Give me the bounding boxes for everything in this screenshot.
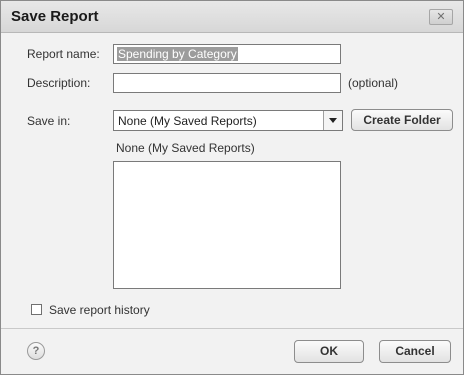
cancel-button[interactable]: Cancel [379, 340, 451, 363]
create-folder-button[interactable]: Create Folder [351, 109, 453, 131]
report-name-value: Spending by Category [117, 47, 238, 61]
dialog-title: Save Report [11, 8, 99, 25]
save-in-selected-value: None (My Saved Reports) [118, 114, 257, 128]
folder-path-label: None (My Saved Reports) [116, 141, 255, 155]
report-name-label: Report name: [27, 47, 100, 61]
close-icon[interactable]: ✕ [429, 9, 453, 25]
optional-note: (optional) [348, 76, 399, 90]
save-in-select[interactable]: None (My Saved Reports) [113, 110, 343, 131]
save-report-dialog: Save Report ✕ Report name: Spending by C… [0, 0, 464, 375]
folder-list[interactable] [113, 161, 341, 289]
chevron-down-icon[interactable] [323, 111, 342, 130]
description-label: Description: [27, 76, 91, 90]
description-field[interactable] [113, 73, 341, 93]
ok-button[interactable]: OK [294, 340, 364, 363]
save-in-label: Save in: [27, 114, 71, 128]
help-icon[interactable]: ? [27, 342, 45, 360]
save-history-checkbox[interactable] [31, 304, 42, 315]
footer-divider [1, 328, 463, 329]
save-history-label: Save report history [49, 303, 150, 317]
report-name-field[interactable]: Spending by Category [113, 44, 341, 64]
title-bar: Save Report ✕ [1, 1, 463, 33]
